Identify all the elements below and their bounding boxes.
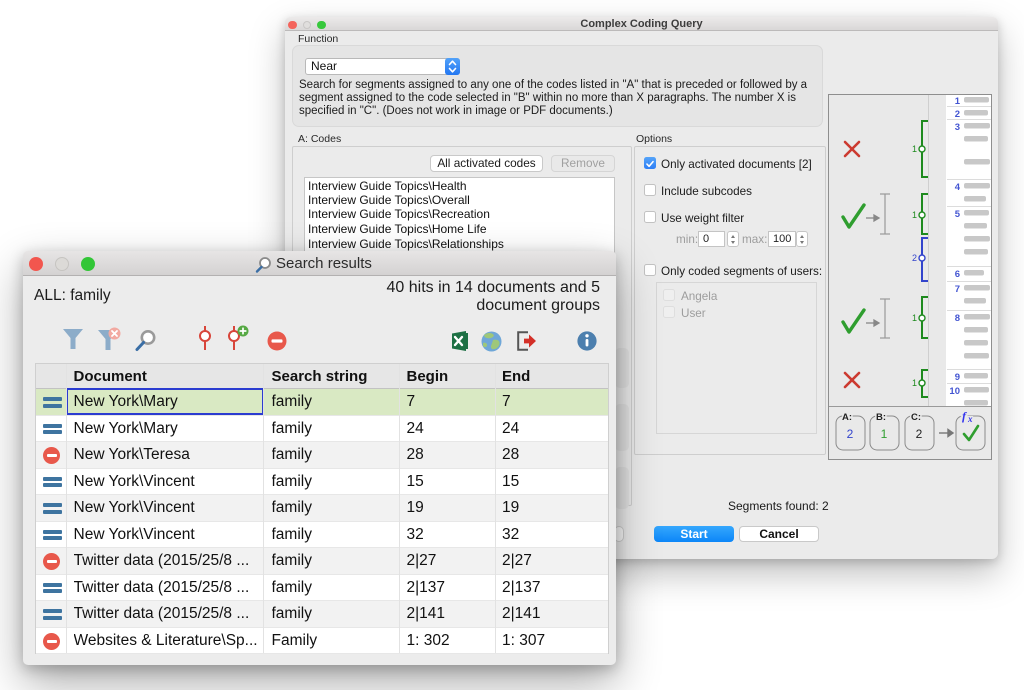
svg-text:8: 8 bbox=[955, 313, 960, 324]
svg-text:1: 1 bbox=[912, 378, 917, 388]
svg-text:5: 5 bbox=[955, 209, 961, 220]
svg-text:1: 1 bbox=[912, 144, 917, 154]
svg-text:2: 2 bbox=[912, 253, 917, 263]
svg-text:7: 7 bbox=[955, 284, 960, 295]
svg-text:1: 1 bbox=[912, 210, 917, 220]
svg-text:2: 2 bbox=[847, 427, 854, 441]
svg-text:4: 4 bbox=[955, 182, 961, 193]
svg-text:C:: C: bbox=[911, 412, 921, 423]
svg-text:1: 1 bbox=[881, 427, 888, 441]
svg-text:3: 3 bbox=[955, 122, 960, 133]
svg-text:A:: A: bbox=[842, 412, 852, 423]
svg-text:B:: B: bbox=[876, 412, 886, 423]
svg-text:1: 1 bbox=[912, 313, 917, 323]
svg-text:2: 2 bbox=[916, 427, 923, 441]
svg-text:10: 10 bbox=[949, 386, 960, 397]
svg-text:9: 9 bbox=[955, 372, 960, 383]
svg-text:6: 6 bbox=[955, 269, 960, 280]
svg-text:1: 1 bbox=[955, 96, 961, 107]
svg-text:x: x bbox=[967, 414, 973, 424]
svg-text:2: 2 bbox=[955, 109, 960, 120]
